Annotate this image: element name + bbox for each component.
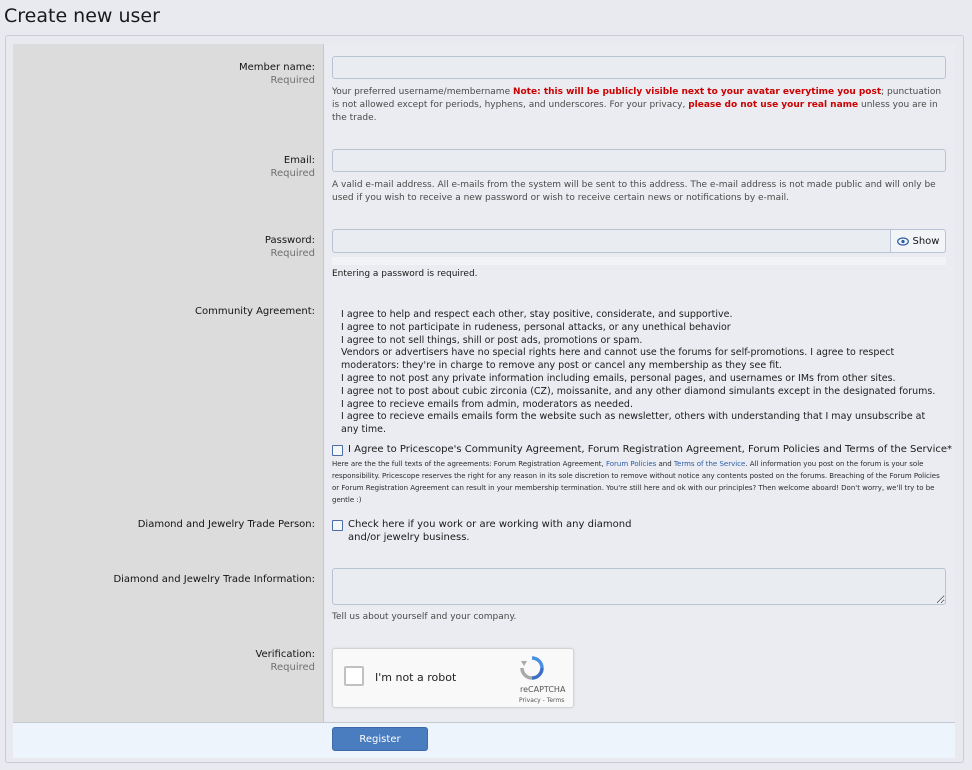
agreement-item: Vendors or advertisers have no special r… <box>341 347 895 372</box>
form-footer <box>13 722 955 758</box>
community-agreement-label: Community Agreement: <box>195 306 315 317</box>
agree-checkbox[interactable] <box>332 445 343 456</box>
password-label: Password: Required <box>265 235 315 259</box>
email-required: Required <box>270 168 315 179</box>
trade-person-checkbox[interactable] <box>332 520 343 531</box>
recaptcha-brand: reCAPTCHA <box>520 685 566 694</box>
member-name-help-privacy: please do not use your real name <box>688 100 859 110</box>
agreement-item: I agree to recieve emails from admin, mo… <box>341 398 633 410</box>
agreement-item: I agree to not post any private informat… <box>341 372 896 384</box>
recaptcha-checkbox[interactable] <box>344 666 364 686</box>
agreement-fine-print: Here are the the full texts of the agree… <box>332 458 942 506</box>
recaptcha-privacy-terms[interactable]: Privacy - Terms <box>519 697 564 704</box>
agreement-item: I agree to not participate in rudeness, … <box>341 321 731 333</box>
password-input[interactable]: Show <box>332 229 946 253</box>
trade-info-help: Tell us about yourself and your company. <box>332 612 517 622</box>
trade-person-label: Diamond and Jewelry Trade Person: <box>138 519 315 530</box>
fine-print-part1: Here are the the full texts of the agree… <box>332 460 606 468</box>
member-name-required: Required <box>270 75 315 86</box>
trade-info-textarea[interactable] <box>332 568 946 605</box>
community-agreement-list: I agree to help and respect each other, … <box>341 309 941 437</box>
member-name-label: Member name: Required <box>239 62 315 86</box>
email-label: Email: Required <box>270 155 315 179</box>
trade-info-label-text: Diamond and Jewelry Trade Information: <box>113 574 315 585</box>
recaptcha-widget: I'm not a robot reCAPTCHA Privacy - Term… <box>332 648 574 708</box>
password-strength-meter <box>332 257 946 265</box>
verification-required: Required <box>270 662 315 673</box>
member-name-help: Your preferred username/membername Note:… <box>332 86 946 125</box>
forum-policies-link[interactable]: Forum Policies <box>606 460 656 468</box>
eye-icon <box>896 236 909 246</box>
terms-of-service-link[interactable]: Terms of the Service <box>674 460 745 468</box>
email-input[interactable] <box>332 149 946 172</box>
register-button[interactable]: Register <box>332 727 428 751</box>
agree-checkbox-label[interactable]: I Agree to Pricescope's Community Agreem… <box>348 443 952 456</box>
trade-person-checkbox-line1: Check here if you work or are working wi… <box>348 519 632 530</box>
email-label-text: Email: <box>283 155 315 166</box>
recaptcha-logo-icon <box>520 656 544 680</box>
trade-person-checkbox-line2: and/or jewelry business. <box>348 532 470 543</box>
member-name-input[interactable] <box>332 56 946 79</box>
trade-info-label: Diamond and Jewelry Trade Information: <box>113 574 315 585</box>
show-password-button[interactable]: Show <box>890 230 945 252</box>
show-password-label: Show <box>912 235 940 247</box>
trade-person-label-text: Diamond and Jewelry Trade Person: <box>137 519 315 530</box>
trade-person-checkbox-label[interactable]: Check here if you work or are working wi… <box>348 518 631 544</box>
verification-label: Verification: Required <box>255 649 315 673</box>
password-label-text: Password: <box>264 235 315 246</box>
password-help: Entering a password is required. <box>332 269 478 279</box>
password-required: Required <box>270 248 315 259</box>
verification-label-text: Verification: <box>255 649 315 660</box>
label-column <box>13 44 324 722</box>
member-name-help-prefix: Your preferred username/membername <box>332 87 513 97</box>
fine-print-part2: and <box>656 460 674 468</box>
community-agreement-label-text: Community Agreement: <box>195 306 315 317</box>
member-name-help-warning: Note: this will be publicly visible next… <box>512 87 882 97</box>
agreement-item: I agree to not sell things, shill or pos… <box>341 334 643 346</box>
agreement-item: I agree to recieve emails emails form th… <box>341 411 926 436</box>
agreement-item: I agree not to post about cubic zirconia… <box>341 385 936 397</box>
agreement-item: I agree to help and respect each other, … <box>341 309 733 320</box>
recaptcha-label: I'm not a robot <box>375 671 457 684</box>
email-help: A valid e-mail address. All e-mails from… <box>332 180 936 203</box>
page-title: Create new user <box>4 5 160 27</box>
member-name-label-text: Member name: <box>238 62 315 73</box>
